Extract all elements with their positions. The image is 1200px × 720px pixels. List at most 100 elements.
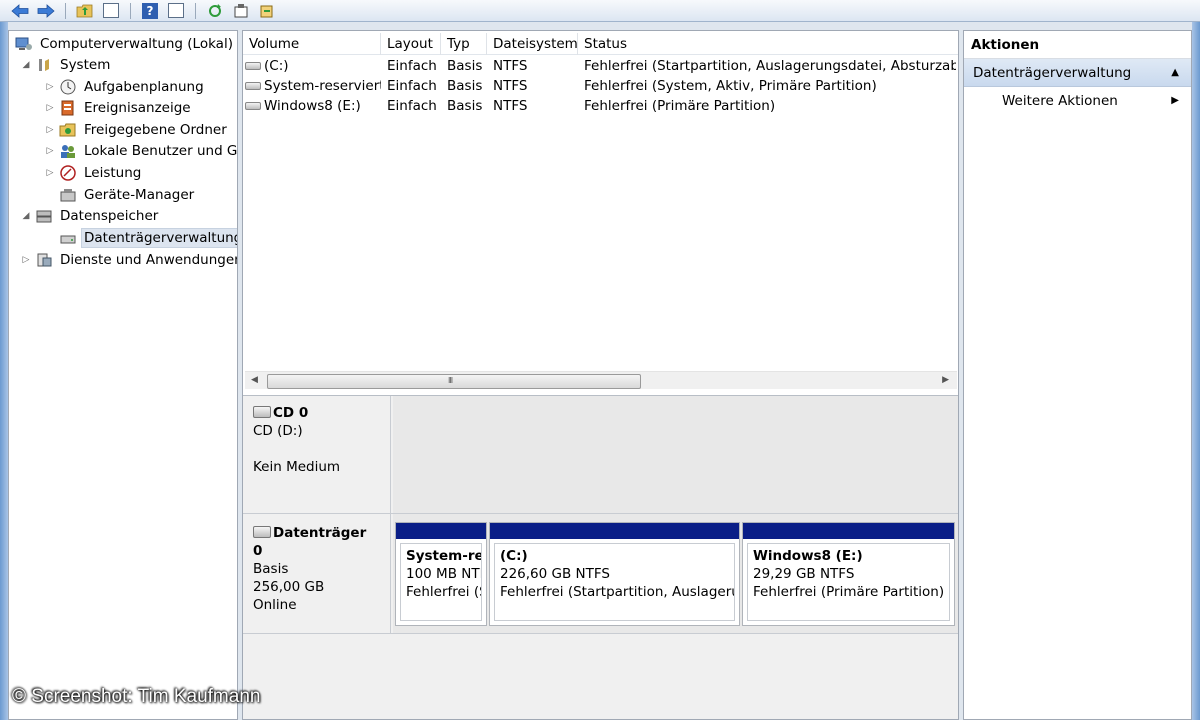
disk-type: Basis (253, 561, 289, 577)
partition-title: Windows8 (E:) (753, 548, 863, 564)
partition-size: 100 MB NTF (406, 566, 482, 582)
tree-item-dienste[interactable]: ▷ Dienste und Anwendungen (21, 249, 238, 270)
volume-filesystem: NTFS (493, 78, 528, 94)
collapse-up-icon[interactable]: ▲ (1171, 59, 1179, 87)
toolbar-separator (130, 2, 131, 19)
disk-size: 256,00 GB (253, 579, 325, 595)
volume-icon (245, 102, 261, 110)
show-hide-actions-icon[interactable] (166, 2, 186, 20)
forward-icon[interactable] (36, 2, 56, 20)
disk-state: Online (253, 597, 297, 613)
toolbar-separator (65, 2, 66, 19)
tree-item-system[interactable]: ◢ System (21, 54, 112, 75)
window-frame-left (0, 22, 8, 720)
expand-toggle-icon[interactable]: ▷ (45, 146, 55, 156)
clock-icon (59, 79, 77, 95)
partition-c[interactable]: (C:) 226,60 GB NTFS Fehlerfrei (Startpar… (489, 522, 740, 626)
partition-title: (C:) (500, 548, 528, 564)
column-header-layout[interactable]: Layout (381, 33, 441, 55)
volume-layout: Einfach (387, 98, 437, 114)
column-header-dateisystem[interactable]: Dateisystem (487, 33, 578, 55)
scroll-left-icon[interactable]: ◀ (251, 375, 258, 385)
column-header-typ[interactable]: Typ (441, 33, 487, 55)
partition-system-reserved[interactable]: System-res 100 MB NTF Fehlerfrei (S (395, 522, 487, 626)
action-more-actions[interactable]: Weitere Aktionen ▶ (964, 87, 1191, 115)
partition-bar (743, 523, 954, 539)
computer-management-icon (15, 36, 33, 52)
volume-filesystem: NTFS (493, 58, 528, 74)
show-hide-tree-icon[interactable] (101, 2, 121, 20)
partition-status: Fehlerfrei (S (406, 584, 482, 600)
hard-disk-icon (253, 526, 271, 538)
watermark: © Screenshot: Tim Kaufmann (12, 686, 261, 707)
expand-toggle-icon[interactable]: ▷ (45, 168, 55, 178)
disk-media: Kein Medium (253, 459, 341, 475)
volume-row[interactable]: (C:) Einfach Basis NTFS Fehlerfrei (Star… (243, 56, 958, 76)
disk-info-disk0: Datenträger 0 Basis 256,00 GB Online (243, 514, 391, 633)
tree-item-label: Leistung (84, 164, 142, 181)
expand-toggle-icon[interactable]: ◢ (21, 211, 31, 221)
volume-status: Fehlerfrei (Primäre Partition) (584, 98, 776, 114)
partition-details: System-res 100 MB NTF Fehlerfrei (S (400, 543, 482, 621)
scrollbar-thumb[interactable]: III (267, 374, 641, 389)
tree-item-label: Dienste und Anwendungen (60, 251, 238, 268)
volume-filesystem: NTFS (493, 98, 528, 114)
system-tools-icon (35, 57, 53, 73)
scroll-right-icon[interactable]: ▶ (942, 375, 949, 385)
tree-root[interactable]: Computerverwaltung (Lokal) (15, 33, 235, 54)
tree-item-ereignisanzeige[interactable]: ▷ Ereignisanzeige (45, 97, 193, 118)
refresh-icon[interactable] (205, 2, 225, 20)
up-folder-icon[interactable] (75, 2, 95, 20)
users-icon (59, 143, 77, 159)
disk-body-cd0 (393, 396, 958, 513)
help-icon[interactable]: ? (140, 2, 160, 20)
tree-item-datentraegerverwaltung[interactable]: Datenträgerverwaltung (59, 227, 237, 248)
export-icon[interactable] (257, 2, 277, 20)
tree-item-lokale-benutzer[interactable]: ▷ Lokale Benutzer und Gr (45, 140, 238, 161)
services-icon (35, 252, 53, 268)
disk-block-disk0[interactable]: Datenträger 0 Basis 256,00 GB Online Sys… (243, 514, 958, 634)
horizontal-scrollbar[interactable]: ◀ III ▶ (245, 371, 957, 389)
tree-item-label: Datenspeicher (60, 207, 159, 224)
back-icon[interactable] (10, 2, 30, 20)
volume-row[interactable]: Windows8 (E:) Einfach Basis NTFS Fehlerf… (243, 96, 958, 116)
device-manager-icon (59, 187, 77, 203)
column-header-status[interactable]: Status (578, 33, 958, 55)
volume-type: Basis (447, 58, 483, 74)
tree-item-datenspeicher[interactable]: ◢ Datenspeicher (21, 205, 160, 226)
disk-management-pane: Volume Layout Typ Dateisystem Status (C:… (242, 30, 959, 720)
tree-item-geraete-manager[interactable]: Geräte-Manager (59, 184, 196, 205)
cd-drive-icon (253, 406, 271, 418)
disk-body-disk0: System-res 100 MB NTF Fehlerfrei (S (C:)… (393, 514, 958, 633)
tree-item-freigegebene-ordner[interactable]: ▷ Freigegebene Ordner (45, 119, 229, 140)
volume-row[interactable]: System-reserviert Einfach Basis NTFS Feh… (243, 76, 958, 96)
expand-toggle-icon[interactable]: ▷ (45, 82, 55, 92)
disk-type: CD (D:) (253, 423, 303, 439)
tree-item-aufgabenplanung[interactable]: ▷ Aufgabenplanung (45, 76, 206, 97)
partition-size: 29,29 GB NTFS (753, 566, 855, 582)
partition-e[interactable]: Windows8 (E:) 29,29 GB NTFS Fehlerfrei (… (742, 522, 955, 626)
properties-icon[interactable] (231, 2, 251, 20)
shared-folder-icon (59, 122, 77, 138)
actions-section-header[interactable]: Datenträgerverwaltung ▲ (964, 59, 1191, 87)
toolbar-separator (195, 2, 196, 19)
volume-layout: Einfach (387, 78, 437, 94)
window-frame-right (1192, 22, 1200, 720)
partition-status: Fehlerfrei (Primäre Partition) (753, 584, 945, 600)
partition-status: Fehlerfrei (Startpartition, Auslagerung (500, 584, 735, 600)
column-header-volume[interactable]: Volume (243, 33, 381, 55)
partition-bar (490, 523, 739, 539)
tree-item-label: Geräte-Manager (84, 186, 195, 203)
expand-toggle-icon[interactable]: ▷ (21, 255, 31, 265)
expand-toggle-icon[interactable]: ▷ (45, 125, 55, 135)
volume-layout: Einfach (387, 58, 437, 74)
tree-item-leistung[interactable]: ▷ Leistung (45, 162, 143, 183)
tree-item-label: System (60, 56, 111, 73)
submenu-arrow-icon: ▶ (1171, 95, 1179, 106)
partition-details: (C:) 226,60 GB NTFS Fehlerfrei (Startpar… (494, 543, 735, 621)
volume-type: Basis (447, 98, 483, 114)
disk-block-cd0[interactable]: CD 0 CD (D:) Kein Medium (243, 396, 958, 514)
expand-toggle-icon[interactable]: ◢ (21, 60, 31, 70)
expand-toggle-icon[interactable]: ▷ (45, 103, 55, 113)
tree-item-label: Lokale Benutzer und Gr (84, 142, 238, 159)
